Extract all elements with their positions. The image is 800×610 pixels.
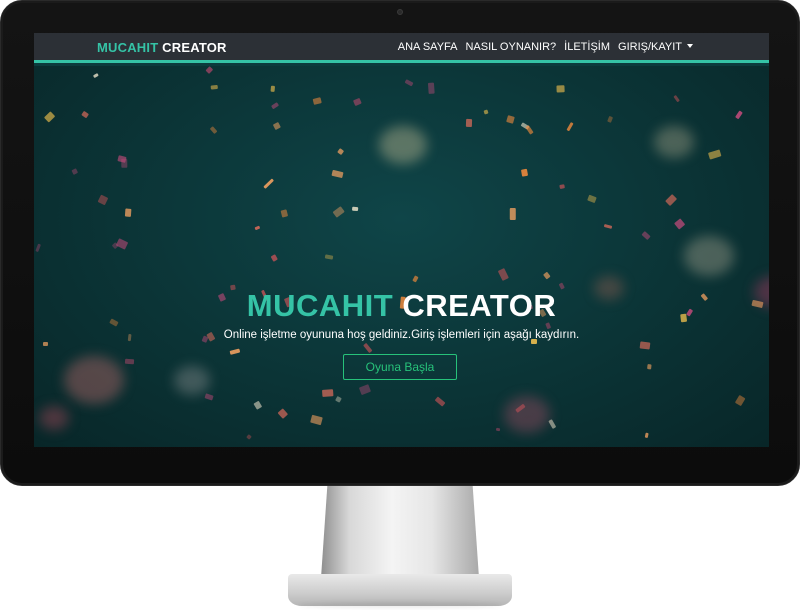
confetti-piece [333,205,346,218]
hero-subtitle: Online işletme oyununa hoş geldiniz.Giri… [223,329,580,341]
confetti-piece [639,341,651,350]
confetti-piece [735,394,746,406]
confetti-piece [525,125,534,136]
confetti-piece [205,66,214,74]
bokeh-light [39,406,69,430]
confetti-piece [647,364,652,370]
confetti-piece [506,115,516,124]
bokeh-light [654,126,694,158]
confetti-piece [280,208,289,218]
confetti-piece [336,148,345,156]
confetti-piece [509,207,516,220]
confetti-piece [606,115,614,123]
brand-logo[interactable]: MUCAHIT CREATOR [97,40,227,55]
confetti-piece [124,359,134,366]
confetti-piece [321,389,333,397]
confetti-piece [735,110,744,119]
confetti-piece [674,218,686,230]
confetti-piece [404,79,414,87]
hero-section: MUCAHIT CREATOR Online işletme oyununa h… [34,66,769,447]
confetti-background [34,66,769,447]
confetti-piece [70,168,78,176]
confetti-piece [557,85,566,93]
confetti-piece [43,111,55,123]
confetti-piece [412,274,419,283]
confetti-piece [641,230,651,240]
confetti-piece [311,97,322,106]
navbar: MUCAHIT CREATOR ANA SAYFA NASIL OYNANIR?… [34,33,769,63]
confetti-piece [548,418,557,429]
confetti-piece [115,237,129,250]
brand-part1: MUCAHIT [97,40,159,55]
confetti-piece [707,149,722,160]
confetti-piece [521,168,529,177]
bokeh-light [379,126,427,165]
confetti-piece [229,348,241,355]
confetti-piece [277,408,288,419]
confetti-piece [204,393,214,401]
nav-login-label: GIRIŞ/KAYIT [618,41,682,53]
confetti-piece [352,97,362,107]
confetti-piece [35,243,42,253]
confetti-piece [254,400,263,410]
confetti-piece [121,158,128,168]
confetti-piece [427,83,435,94]
nav-links: ANA SAYFA NASIL OYNANIR? İLETİŞİM GIRIŞ/… [398,41,693,53]
bokeh-light [64,356,124,404]
confetti-piece [271,102,279,109]
confetti-piece [644,432,649,439]
hero-title-part1: MUCAHIT [246,288,394,323]
confetti-piece [246,434,253,441]
confetti-piece [325,254,334,260]
hero-title-part2: CREATOR [402,288,557,323]
nav-login-dropdown[interactable]: GIRIŞ/KAYIT [618,41,693,53]
start-game-button[interactable]: Oyuna Başla [343,354,457,380]
monitor-stand-neck [321,486,479,578]
confetti-piece [209,125,218,134]
confetti-piece [43,342,49,346]
caret-down-icon [687,44,693,48]
confetti-piece [495,427,501,432]
confetti-piece [483,109,489,115]
confetti-piece [498,268,510,281]
confetti-piece [335,395,343,403]
confetti-piece [586,194,597,203]
camera-icon [397,9,403,15]
confetti-piece [310,414,324,426]
confetti-piece [263,178,274,190]
confetti-piece [331,170,344,179]
hero-title: MUCAHIT CREATOR [34,288,769,324]
confetti-piece [672,94,680,103]
confetti-piece [665,194,678,207]
stand-shadow [300,602,500,608]
confetti-piece [351,206,358,211]
confetti-piece [124,208,132,218]
confetti-piece [465,118,473,127]
confetti-piece [97,195,109,206]
brand-part2: CREATOR [162,40,227,55]
bokeh-light [684,236,734,276]
confetti-piece [81,111,90,119]
confetti-piece [359,384,372,395]
bokeh-light [504,396,550,433]
confetti-piece [558,184,565,190]
confetti-piece [210,84,218,90]
confetti-piece [434,396,446,407]
confetti-piece [543,271,551,279]
bokeh-light [174,366,210,395]
nav-home[interactable]: ANA SAYFA [398,41,458,53]
confetti-piece [254,225,261,231]
confetti-piece [566,122,574,132]
confetti-piece [272,121,281,130]
confetti-piece [363,342,373,353]
monitor-frame: MUCAHIT CREATOR ANA SAYFA NASIL OYNANIR?… [0,0,800,486]
confetti-piece [270,254,278,262]
nav-how-to-play[interactable]: NASIL OYNANIR? [465,41,556,53]
screen: MUCAHIT CREATOR ANA SAYFA NASIL OYNANIR?… [34,33,769,447]
confetti-piece [92,72,100,79]
confetti-piece [603,223,613,229]
confetti-piece [271,85,276,92]
nav-contact[interactable]: İLETİŞİM [564,41,610,53]
